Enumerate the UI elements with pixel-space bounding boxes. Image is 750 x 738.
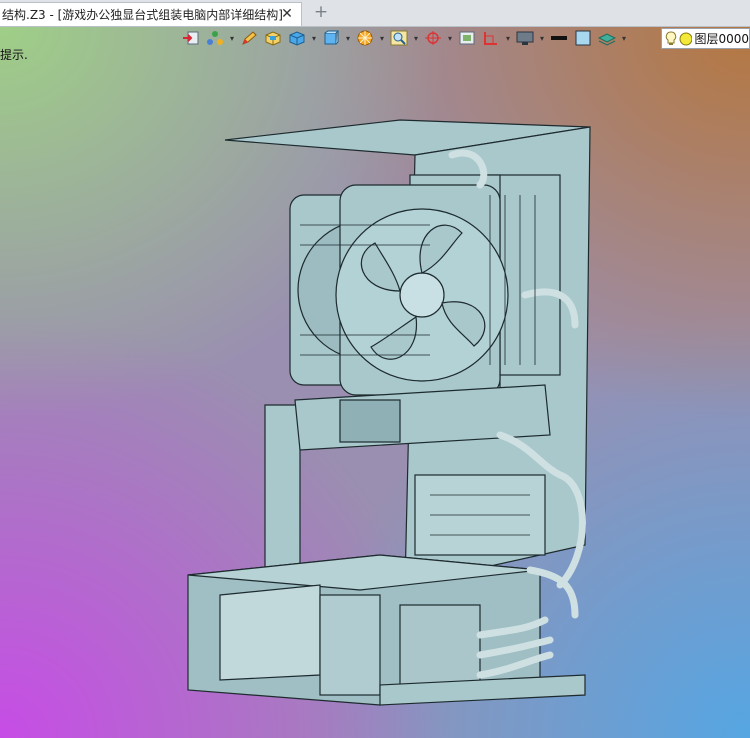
zoom-fit-icon[interactable] (388, 28, 410, 48)
layer-name: 图层0000 (694, 32, 749, 46)
chevron-down-icon[interactable]: ▾ (310, 34, 318, 43)
chevron-down-icon[interactable]: ▾ (412, 34, 420, 43)
power-supply (319, 594, 381, 696)
chevron-down-icon[interactable]: ▾ (228, 34, 236, 43)
cube-icon[interactable] (286, 28, 308, 48)
chevron-down-icon[interactable]: ▾ (620, 34, 628, 43)
front-post (264, 404, 301, 586)
tab-bar: 结构.Z3 - [游戏办公独显台式组装电脑内部详细结构] ✕ + (0, 0, 750, 27)
monitor-icon[interactable] (514, 28, 536, 48)
document-tab[interactable]: 结构.Z3 - [游戏办公独显台式组装电脑内部详细结构] ✕ (0, 2, 302, 26)
side-panel (219, 584, 321, 681)
line-weight-icon[interactable] (548, 28, 570, 48)
layer-stack-icon[interactable] (596, 28, 618, 48)
view-tree-icon[interactable] (204, 28, 226, 48)
chevron-down-icon[interactable]: ▾ (378, 34, 386, 43)
new-tab-icon[interactable]: + (312, 3, 330, 21)
chevron-down-icon[interactable]: ▾ (344, 34, 352, 43)
layer-selector[interactable]: 图层0000 (661, 28, 750, 49)
chevron-down-icon[interactable]: ▾ (538, 34, 546, 43)
psu-connectors (399, 604, 481, 686)
3d-viewport[interactable]: 提示. ▾ ▾ ▾ ▾ ▾ ▾ ▾ ▾ ▾ 图层0000 (0, 27, 750, 738)
section-icon[interactable] (480, 28, 502, 48)
chevron-down-icon[interactable]: ▾ (504, 34, 512, 43)
layer-status-icon[interactable] (679, 32, 693, 46)
tab-title: 结构.Z3 - [游戏办公独显台式组装电脑内部详细结构] (2, 8, 283, 22)
axis-icon[interactable] (422, 28, 444, 48)
chevron-down-icon[interactable]: ▾ (446, 34, 454, 43)
gpu-heat-fins (339, 399, 401, 443)
view-toolbar: ▾ ▾ ▾ ▾ ▾ ▾ ▾ ▾ ▾ (180, 27, 628, 49)
pen-icon[interactable] (238, 28, 260, 48)
color-swatch-icon[interactable] (572, 28, 594, 48)
prompt-text: 提示. (0, 48, 28, 62)
render-wheel-icon[interactable] (354, 28, 376, 48)
pc-case-3d-model[interactable] (180, 115, 600, 715)
tab-close-icon[interactable]: ✕ (279, 6, 295, 22)
frame-icon[interactable] (456, 28, 478, 48)
import-icon[interactable] (180, 28, 202, 48)
box-icon[interactable] (262, 28, 284, 48)
cube-shaded-icon[interactable] (320, 28, 342, 48)
lightbulb-icon[interactable] (665, 30, 677, 47)
fan-hub (399, 272, 445, 318)
